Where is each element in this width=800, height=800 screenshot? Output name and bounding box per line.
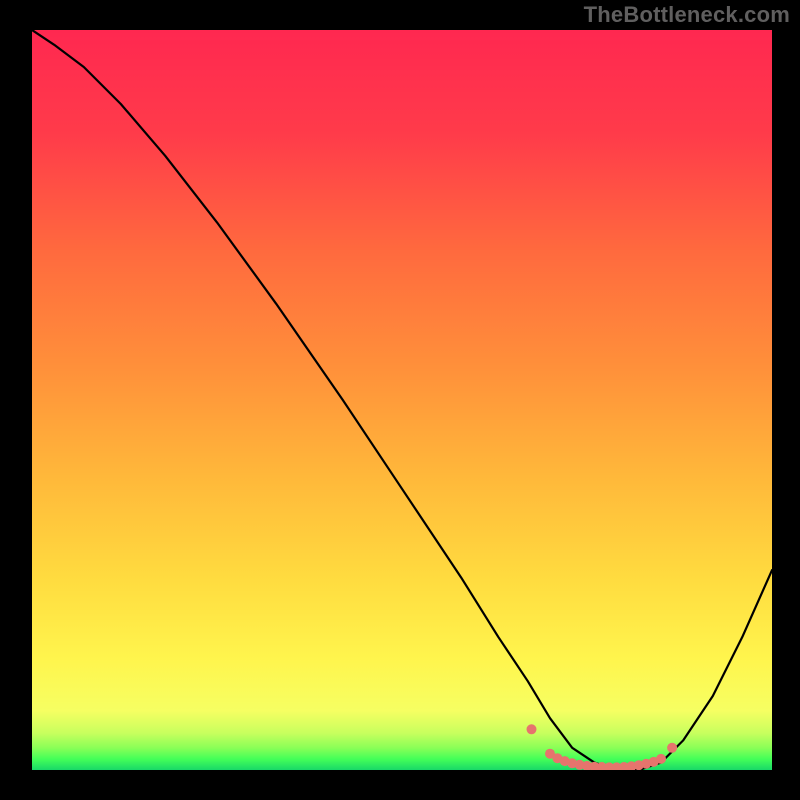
watermark-text: TheBottleneck.com [584,2,790,28]
highlight-dot [667,743,677,753]
chart-area [32,30,772,770]
chart-svg [32,30,772,770]
gradient-fill [32,30,772,770]
highlight-dot [527,724,537,734]
highlight-dot [656,754,666,764]
